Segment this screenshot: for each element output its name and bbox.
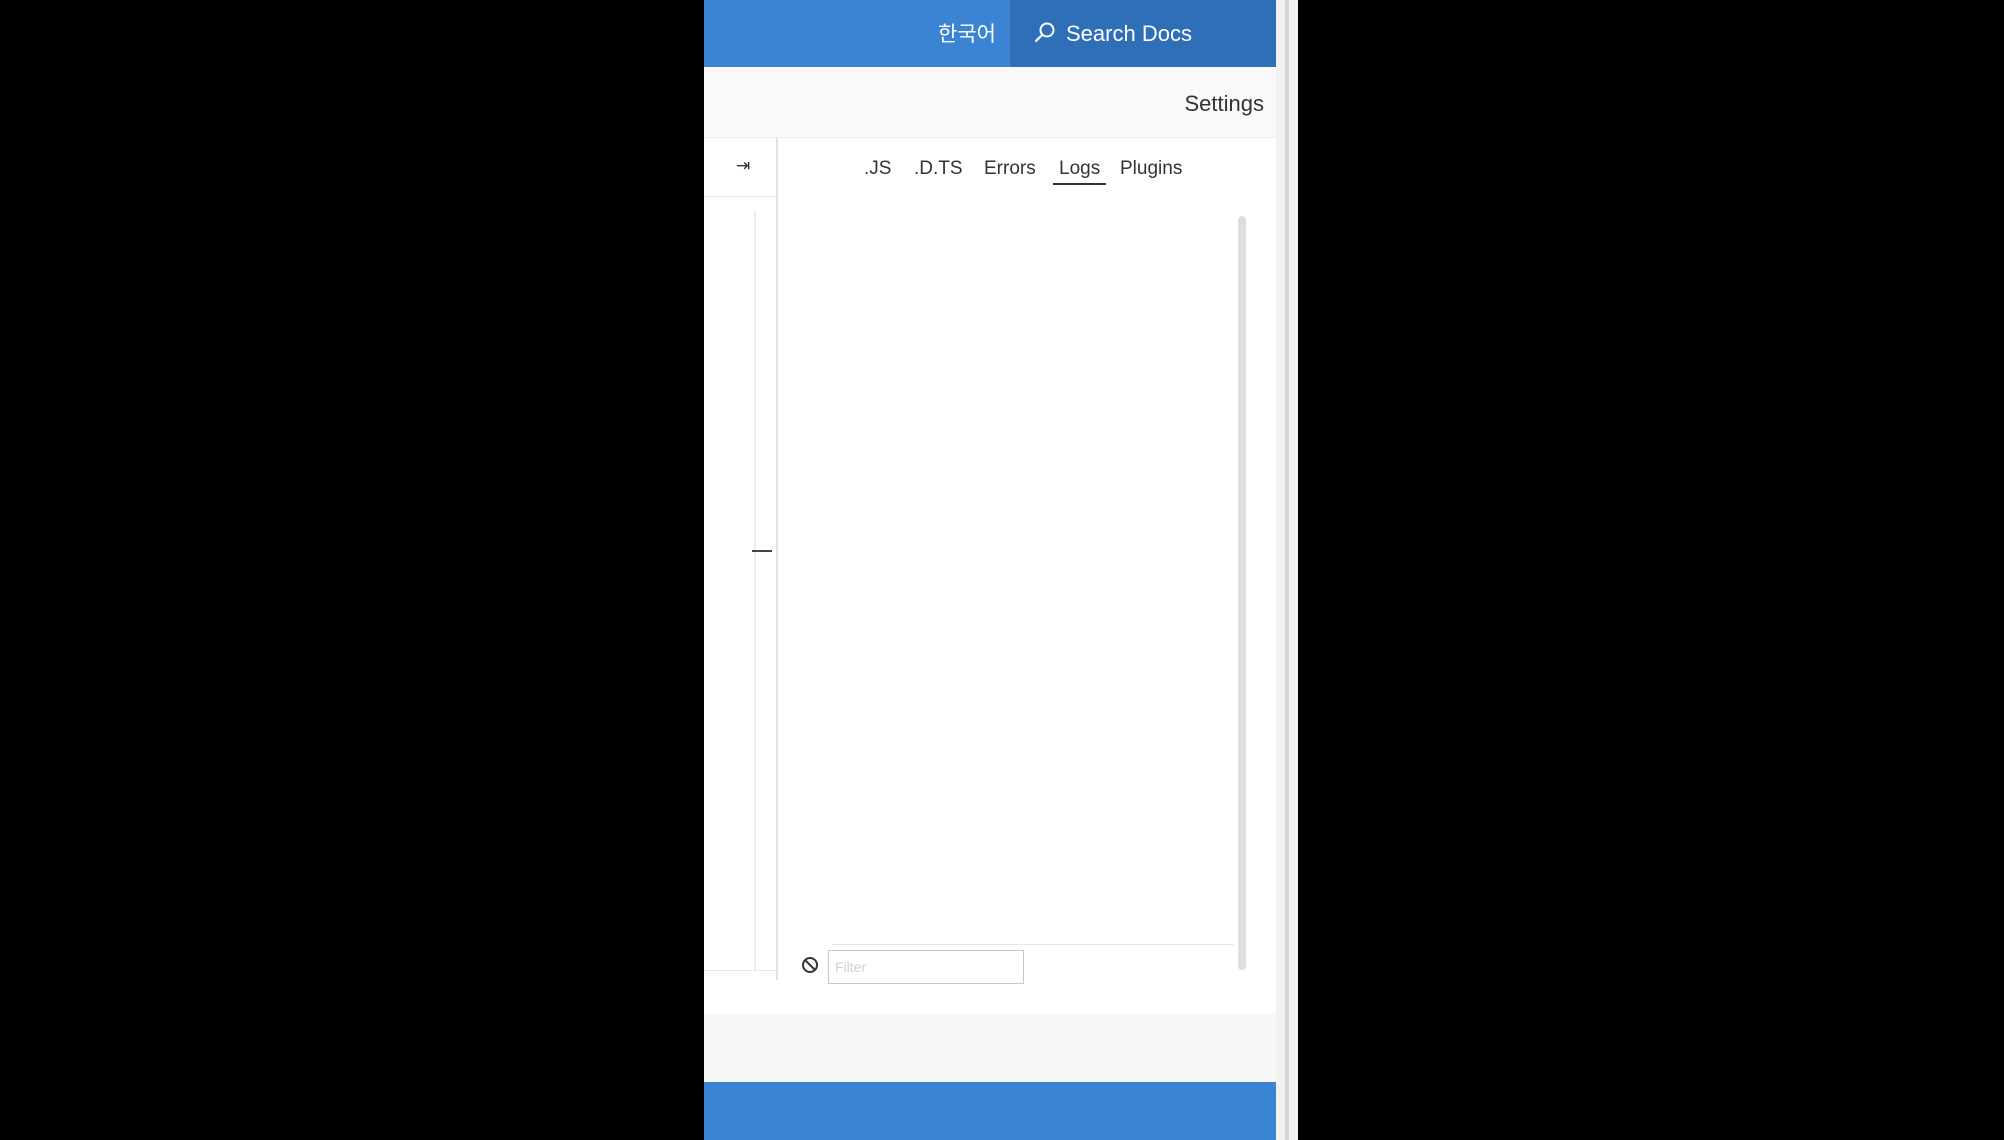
logs-scrollbar[interactable] <box>1238 216 1246 970</box>
search-docs-label: Search Docs <box>1066 21 1192 46</box>
tab-plugins[interactable]: Plugins <box>1120 155 1182 183</box>
editor-scrollbar[interactable] <box>754 210 756 970</box>
language-switcher[interactable]: 한국어 <box>938 22 996 48</box>
page-footer <box>704 1082 1276 1140</box>
logs-filter-input[interactable] <box>828 950 1024 984</box>
tab-logs[interactable]: Logs <box>1053 155 1107 185</box>
tab-dts[interactable]: .D.TS <box>914 155 963 183</box>
tab-errors[interactable]: Errors <box>984 155 1036 183</box>
search-docs-button[interactable]: Search Docs <box>1010 0 1276 67</box>
clear-logs-icon[interactable] <box>800 955 820 975</box>
window-scrollbar-thumb[interactable] <box>1285 0 1289 1140</box>
editor-bottom-divider <box>704 970 776 971</box>
editor-pane: ⇥ <box>704 138 776 980</box>
pane-resize-handle[interactable] <box>776 138 778 980</box>
page-gap <box>704 1014 1276 1082</box>
tab-js[interactable]: .JS <box>864 155 891 183</box>
playground-toolbar: Settings <box>704 67 1276 138</box>
playground-viewport: 한국어 Search Docs Settings ⇥ .JS .D.TS Err… <box>704 0 1276 1140</box>
output-tabs: .JS .D.TS Errors Logs Plugins <box>704 155 1276 189</box>
search-icon <box>1034 22 1055 43</box>
editor-scrollbar-thumb[interactable] <box>752 550 772 552</box>
logs-footer-divider <box>832 944 1234 945</box>
top-nav-bar: 한국어 Search Docs <box>704 0 1276 67</box>
settings-button[interactable]: Settings <box>1185 91 1265 117</box>
